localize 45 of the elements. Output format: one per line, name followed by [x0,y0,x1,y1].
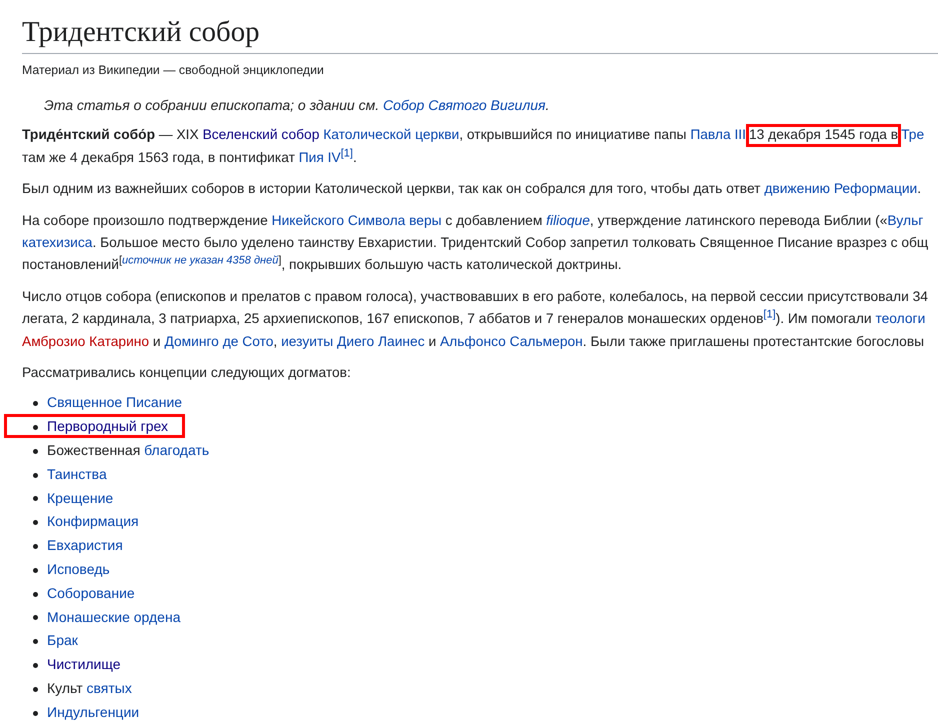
hatnote: Эта статья о собрании епископата; о здании см. Собор Святого Вигилия. [44,97,550,114]
link[interactable]: Пия IV [298,150,341,165]
link[interactable]: катехизиса [22,235,92,250]
missing-page-link[interactable]: Амброзио Катарино [22,334,150,349]
link[interactable]: источник не указан 4358 дней [122,254,278,267]
paragraph: Триде́нтский собо́р — XIX Вселенский собор Католической церкви, открывшийся по инициативе папы Павла III 13 декабря 1545 года в Тре там же 4 декабря 1563 года, в понтификат Пия IV$^{[1]}$. [22,124,938,170]
link[interactable]: Монашеские ордена [47,608,180,625]
citation-needed-note: [источник не указан 4358 дней] [118,254,282,267]
bullet-icon [33,424,38,430]
link[interactable]: Вульг [887,212,924,228]
link[interactable]: Таинства [47,466,107,482]
link[interactable]: Крещение [47,490,114,506]
footnote-link[interactable]: [1] [340,147,353,160]
link[interactable]: Тре [901,127,924,142]
link[interactable]: теологи [875,311,926,326]
link[interactable]: благодать [144,442,210,458]
link[interactable]: Никейского Символа веры [272,212,442,228]
link[interactable]: движению Реформации [764,181,918,196]
list-item-text: Божественная [47,442,142,458]
link[interactable]: Первородный грех [47,418,168,434]
paragraph: Рассматривались концепции следующих догматов: [22,364,352,382]
page-title: Тридентский собор [22,8,938,54]
link[interactable]: Павла III [690,127,746,142]
link[interactable]: Собор Святого Вигилия [382,97,546,114]
page-subtitle: Материал из Википедии — свободной энциклопедии [22,63,324,78]
link[interactable]: Альфонсо Сальмерон [440,334,583,349]
link[interactable]: Брак [47,632,78,648]
link[interactable]: Соборование [47,584,135,601]
link[interactable]: Исповедь [47,560,110,577]
link[interactable]: Индульгенции [47,704,140,720]
list-item-text: Культ [47,680,84,696]
link[interactable]: filioque [546,212,590,228]
link[interactable]: Чистилище [47,656,121,672]
paragraph: Число отцов собора (епископов и прелатов с правом голоса), участвовавших в его работе, колебалось, на первой сессии присутствовали 34 легата, 2 кардинала, 3 патриарха, 25 архиепископов, 167 епископов, 7 аббатов и 7 генералов монашеских орденов$^{[1]}$). Им помогали теологи Амброзио Катарино и Доминго де Сото, иезуиты Диего Лаинес и Альфонсо Сальмерон. Были также приглашены протестантские богословы [22,288,929,351]
highlighted-date: 13 декабря 1545 года в [746,124,902,148]
footnote-link[interactable]: [1] [763,308,776,321]
link[interactable]: Конфирмация [47,513,139,530]
link[interactable]: святых [86,680,132,696]
link[interactable]: Евхаристия [47,537,123,554]
link[interactable]: иезуиты Диего Лаинес [281,334,425,349]
paragraph: Был одним из важнейших соборов в истории Католической церкви, так как он собрался для того, чтобы дать ответ движению Реформации. [22,180,922,198]
link[interactable]: Доминго де Сото [164,334,274,349]
link[interactable]: Католической церкви [323,127,460,142]
link[interactable]: Священное Писание [47,394,182,410]
link[interactable]: Вселенский собор [202,127,324,142]
